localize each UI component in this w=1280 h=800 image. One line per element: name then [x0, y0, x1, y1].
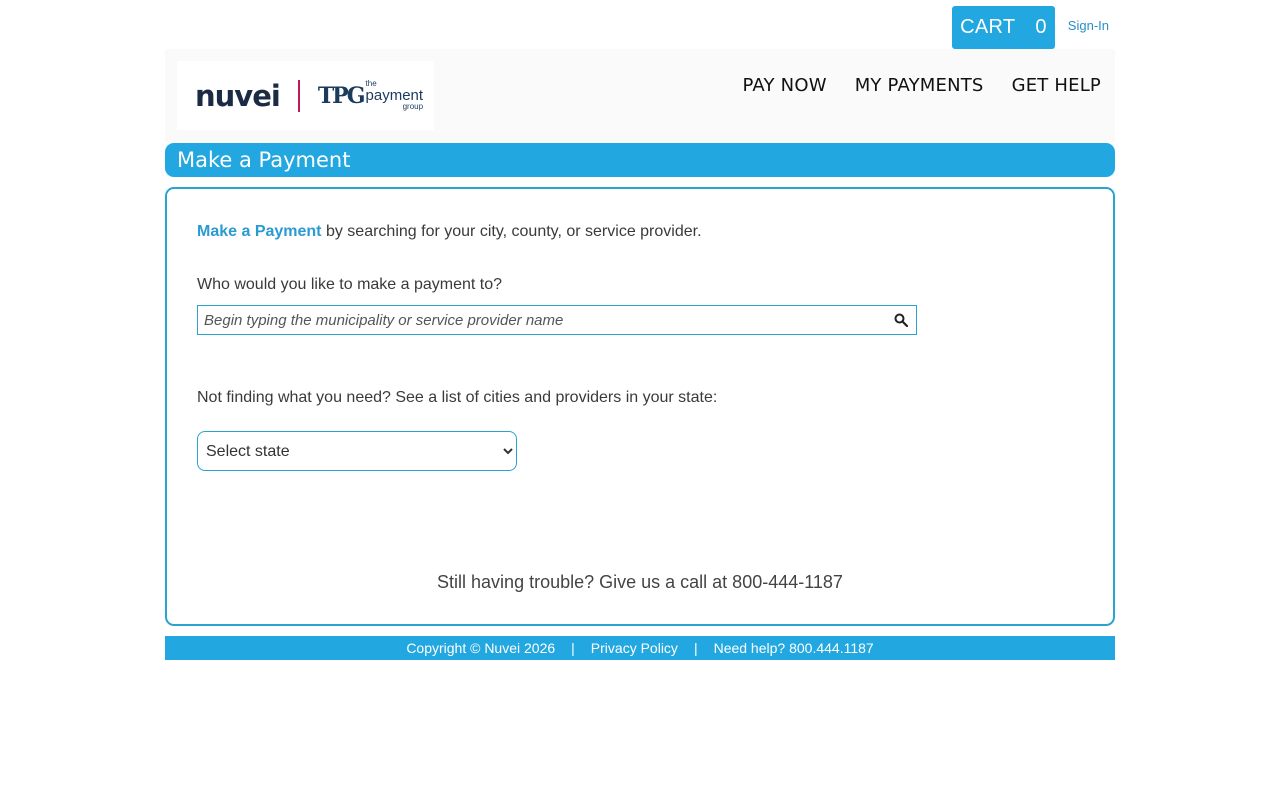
top-bar: CART 0 Sign-In — [165, 0, 1115, 49]
nuvei-logo-text: nuvei — [195, 78, 281, 113]
footer-help-phone: Need help? 800.444.1187 — [713, 640, 874, 656]
tpg-word-payment: payment — [365, 87, 424, 104]
search-icon[interactable] — [894, 313, 908, 327]
intro-rest: by searching for your city, county, or s… — [321, 223, 702, 240]
footer: Copyright © Nuvei 2026 | Privacy Policy … — [165, 636, 1115, 660]
main-nav: PAY NOW MY PAYMENTS GET HELP — [743, 75, 1101, 96]
cart-count: 0 — [1035, 16, 1047, 38]
footer-separator: | — [693, 640, 698, 656]
tpg-mark: TPG — [317, 82, 366, 109]
logo-divider — [297, 79, 300, 112]
tpg-wordmark: the payment group — [366, 80, 424, 111]
footer-separator: | — [571, 640, 575, 656]
site-header: nuvei TPG the payment group PAY NOW MY P… — [165, 49, 1115, 143]
search-label: Who would you like to make a payment to? — [197, 276, 503, 293]
privacy-policy-link[interactable]: Privacy Policy — [591, 640, 678, 656]
intro-highlight: Make a Payment — [197, 223, 322, 240]
intro-text: Make a Payment by searching for your cit… — [197, 223, 702, 241]
cart-label: CART — [960, 16, 1016, 38]
payment-panel: Make a Payment by searching for your cit… — [165, 187, 1115, 626]
help-phone-text: Still having trouble? Give us a call at … — [437, 572, 843, 592]
nav-my-payments[interactable]: MY PAYMENTS — [855, 75, 984, 96]
tpg-logo: TPG the payment group — [318, 80, 423, 111]
state-select[interactable]: Select state — [197, 431, 517, 471]
nav-get-help[interactable]: GET HELP — [1012, 75, 1101, 96]
footer-copyright: Copyright © Nuvei 2026 — [406, 640, 556, 656]
page-wrapper: CART 0 Sign-In nuvei TPG the payment gro… — [165, 0, 1115, 660]
search-field — [197, 305, 917, 335]
cart-button[interactable]: CART 0 — [952, 6, 1055, 49]
sign-in-link[interactable]: Sign-In — [1068, 18, 1109, 33]
tpg-word-group: group — [402, 102, 424, 111]
page-title: Make a Payment — [165, 143, 1115, 177]
nav-pay-now[interactable]: PAY NOW — [743, 75, 827, 96]
state-list-label: Not finding what you need? See a list of… — [197, 389, 718, 406]
logo[interactable]: nuvei TPG the payment group — [177, 61, 434, 130]
search-input[interactable] — [198, 306, 890, 334]
